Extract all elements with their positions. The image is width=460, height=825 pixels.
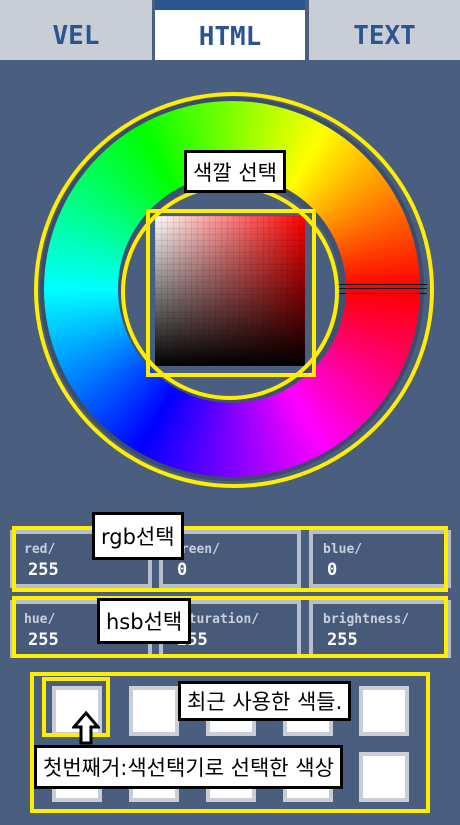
tab-vel[interactable]: VEL <box>0 0 152 60</box>
recent-colors-callout: 최근 사용한 색들. <box>178 681 352 721</box>
rgb-callout: rgb선택 <box>92 512 184 560</box>
first-color-callout: 첫번째거:색선택기로 선택한 색상 <box>34 745 343 789</box>
rgb-highlight <box>12 526 448 592</box>
arrow-up-icon <box>72 711 100 745</box>
tab-html[interactable]: HTML <box>155 0 305 60</box>
hsb-highlight <box>12 596 448 658</box>
color-picker-callout: 색깔 선택 <box>184 150 286 193</box>
tab-text[interactable]: TEXT <box>309 0 460 60</box>
tab-bar: VEL HTML TEXT <box>0 0 460 60</box>
square-highlight <box>146 209 316 377</box>
hsb-callout: hsb선택 <box>97 598 192 644</box>
